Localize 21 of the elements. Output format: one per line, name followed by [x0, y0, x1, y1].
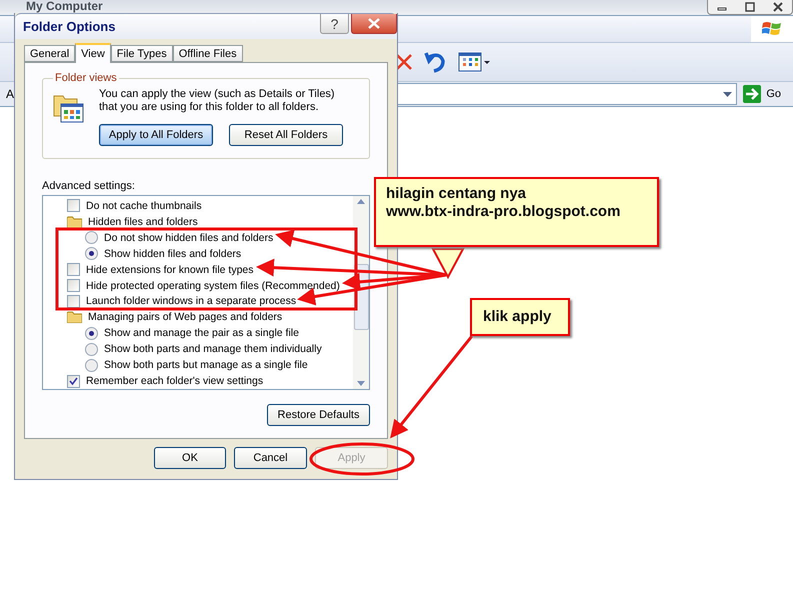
address-label: A	[6, 87, 16, 101]
setting-label: Managing pairs of Web pages and folders	[88, 311, 282, 324]
setting-label: Hide protected operating system files (Recommended)	[86, 280, 340, 292]
group-legend: Folder views	[53, 72, 119, 84]
dialog-title: Folder Options	[23, 19, 116, 34]
callout-text: www.btx-indra-pro.blogspot.com	[386, 203, 622, 221]
window-title: My Computer	[26, 0, 103, 13]
setting-label: Hide extensions for known file types	[86, 264, 254, 276]
setting-label: Do not cache thumbnails	[86, 200, 202, 212]
setting-label: Remember each folder's view settings	[86, 375, 264, 388]
setting-label: Show hidden files and folders	[104, 248, 242, 260]
callout-text: hilagin centang nya	[386, 185, 528, 203]
setting-label: Show both parts but manage as a single file	[104, 359, 308, 372]
section-label: Advanced settings:	[42, 180, 136, 192]
setting-label: Show both parts and manage them individually	[104, 343, 322, 356]
setting-label: Show and manage the pair as a single file	[104, 327, 299, 340]
setting-label: Hidden files and folders	[88, 216, 198, 228]
setting-label: Launch folder windows in a separate process	[86, 295, 296, 308]
setting-label: Do not show hidden files and folders	[104, 232, 274, 244]
callout-text: klik apply	[483, 308, 552, 326]
description-text: You can apply the view (such as Details or Tiles) that you are using for this folder to all folders.	[99, 88, 336, 114]
